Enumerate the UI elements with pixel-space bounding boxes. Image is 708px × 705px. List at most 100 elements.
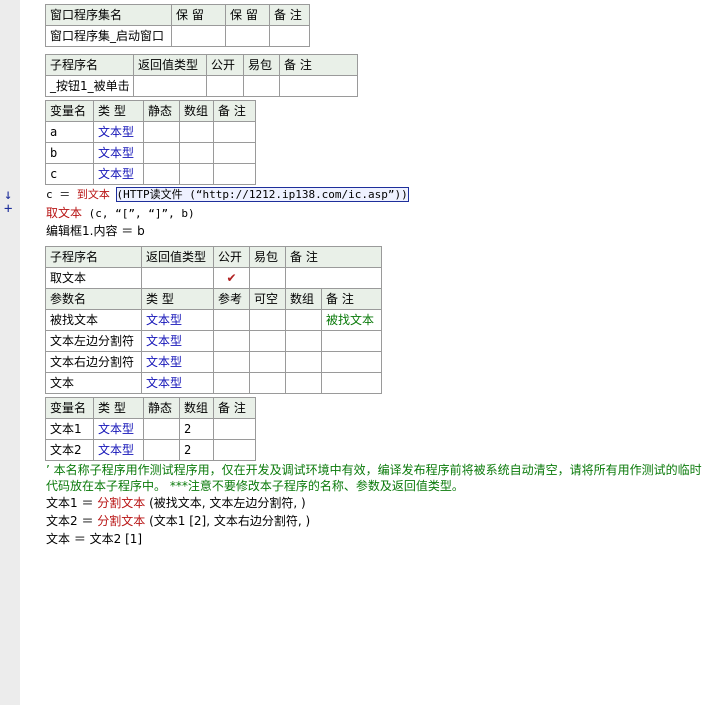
var-name-cell[interactable]: b [45, 142, 94, 164]
array-cell[interactable] [179, 121, 214, 143]
param-type-cell[interactable]: 文本型 [141, 372, 214, 394]
header-array: 数组 [285, 288, 322, 310]
return-type-cell[interactable] [141, 267, 214, 289]
sub-name-cell[interactable]: 取文本 [45, 267, 142, 289]
param-name-cell[interactable]: 文本左边分割符 [45, 330, 142, 352]
array-cell[interactable] [285, 372, 322, 394]
reference-cell[interactable] [213, 351, 250, 373]
header-reference: 参考 [213, 288, 250, 310]
code-line-3[interactable]: 编辑框1.内容 ＝ b [46, 223, 145, 239]
public-check-icon[interactable]: ✔ [213, 267, 250, 289]
nullable-cell[interactable] [249, 309, 286, 331]
code-line-4[interactable]: 文本1 ＝ 分割文本 (被找文本, 文本左边分割符, ) [46, 495, 306, 511]
remark-cell[interactable] [213, 418, 256, 440]
header-easy-pack: 易包 [243, 54, 280, 76]
code-selection[interactable]: (HTTP读文件 (“http://1212.ip138.com/ic.asp”… [115, 187, 409, 202]
var-name-cell[interactable]: 文本1 [45, 418, 94, 440]
nullable-cell[interactable] [249, 351, 286, 373]
var-type-cell[interactable]: 文本型 [93, 163, 144, 185]
var-name-cell[interactable]: 文本2 [45, 439, 94, 461]
header-return-type: 返回值类型 [141, 246, 214, 268]
reserved-cell-1[interactable] [171, 25, 226, 47]
reference-cell[interactable] [213, 330, 250, 352]
param-type-cell[interactable]: 文本型 [141, 351, 214, 373]
var-name-cell[interactable]: c [45, 163, 94, 185]
array-cell[interactable] [285, 351, 322, 373]
header-reserved-2: 保 留 [225, 4, 270, 26]
remark-cell[interactable] [269, 25, 310, 47]
nullable-cell[interactable] [249, 330, 286, 352]
header-remark: 备 注 [269, 4, 310, 26]
variable-table-2: 变量名 类 型 静态 数组 备 注 文本1 文本型 2 文本2 文本型 2 [45, 397, 256, 461]
remark-cell[interactable] [321, 330, 382, 352]
header-static: 静态 [143, 100, 180, 122]
current-line-marker[interactable]: ↓ + [4, 188, 38, 216]
static-cell[interactable] [143, 142, 180, 164]
array-cell[interactable] [179, 163, 214, 185]
reserved-cell-2[interactable] [225, 25, 270, 47]
header-param-name: 参数名 [45, 288, 142, 310]
header-remark: 备 注 [213, 100, 256, 122]
code-line-6[interactable]: 文本 ＝ 文本2 [1] [46, 531, 142, 547]
window-assembly-table: 窗口程序集名 保 留 保 留 备 注 窗口程序集_启动窗口 [45, 4, 310, 47]
reference-cell[interactable] [213, 372, 250, 394]
param-type-cell[interactable]: 文本型 [141, 330, 214, 352]
param-name-cell[interactable]: 文本 [45, 372, 142, 394]
remark-cell[interactable] [321, 351, 382, 373]
header-return-type: 返回值类型 [133, 54, 207, 76]
var-type-cell[interactable]: 文本型 [93, 418, 144, 440]
code-args: (被找文本, 文本左边分割符, ) [145, 496, 306, 510]
reference-cell[interactable] [213, 309, 250, 331]
header-public: 公开 [213, 246, 250, 268]
variable-table-1: 变量名 类 型 静态 数组 备 注 a 文本型 b 文本型 c 文本型 [45, 100, 256, 185]
remark-cell[interactable] [213, 439, 256, 461]
header-remark: 备 注 [279, 54, 358, 76]
remark-cell[interactable] [279, 75, 358, 97]
array-cell[interactable] [179, 142, 214, 164]
remark-cell[interactable] [285, 267, 382, 289]
return-type-cell[interactable] [133, 75, 207, 97]
header-array: 数组 [179, 397, 214, 419]
code-comment[interactable]: ’ 本名称子程序用作测试程序用，仅在开发及调试环境中有效，编译发布程序前将被系统… [46, 462, 702, 494]
easy-pack-cell[interactable] [249, 267, 286, 289]
code-line-2[interactable]: 取文本 (c, “[”, “]”, b) [46, 205, 195, 222]
param-name-cell[interactable]: 文本右边分割符 [45, 351, 142, 373]
remark-cell[interactable]: 被找文本 [321, 309, 382, 331]
var-type-cell[interactable]: 文本型 [93, 439, 144, 461]
table-row: 文本左边分割符 文本型 [45, 330, 382, 352]
remark-cell[interactable] [213, 163, 256, 185]
nullable-cell[interactable] [249, 372, 286, 394]
remark-cell[interactable] [213, 121, 256, 143]
var-name-cell[interactable]: a [45, 121, 94, 143]
param-name-cell[interactable]: 被找文本 [45, 309, 142, 331]
array-cell[interactable]: 2 [179, 418, 214, 440]
static-cell[interactable] [143, 163, 180, 185]
header-remark: 备 注 [213, 397, 256, 419]
subroutine-table-1: 子程序名 返回值类型 公开 易包 备 注 _按钮1_被单击 [45, 54, 358, 97]
static-cell[interactable] [143, 439, 180, 461]
header-type: 类 型 [93, 397, 144, 419]
code-assign-prefix: 文本1 ＝ [46, 496, 98, 510]
parameter-table: 参数名 类 型 参考 可空 数组 备 注 被找文本 文本型 被找文本 文本左边分… [45, 288, 382, 394]
array-cell[interactable] [285, 309, 322, 331]
code-line-1[interactable]: c ＝ 到文本 (HTTP读文件 (“http://1212.ip138.com… [46, 187, 409, 203]
header-var-name: 变量名 [45, 100, 94, 122]
remark-cell[interactable] [321, 372, 382, 394]
var-type-cell[interactable]: 文本型 [93, 142, 144, 164]
var-type-cell[interactable]: 文本型 [93, 121, 144, 143]
static-cell[interactable] [143, 418, 180, 440]
header-sub-name: 子程序名 [45, 246, 142, 268]
easy-pack-cell[interactable] [243, 75, 280, 97]
param-type-cell[interactable]: 文本型 [141, 309, 214, 331]
table-row: a 文本型 [45, 121, 256, 143]
array-cell[interactable]: 2 [179, 439, 214, 461]
table-row: 文本 文本型 [45, 372, 382, 394]
code-assign-prefix: c ＝ [46, 188, 77, 201]
code-line-5[interactable]: 文本2 ＝ 分割文本 (文本1 [2], 文本右边分割符, ) [46, 513, 310, 529]
assembly-name-cell[interactable]: 窗口程序集_启动窗口 [45, 25, 172, 47]
array-cell[interactable] [285, 330, 322, 352]
public-cell[interactable] [206, 75, 244, 97]
static-cell[interactable] [143, 121, 180, 143]
remark-cell[interactable] [213, 142, 256, 164]
sub-name-cell[interactable]: _按钮1_被单击 [45, 75, 134, 97]
